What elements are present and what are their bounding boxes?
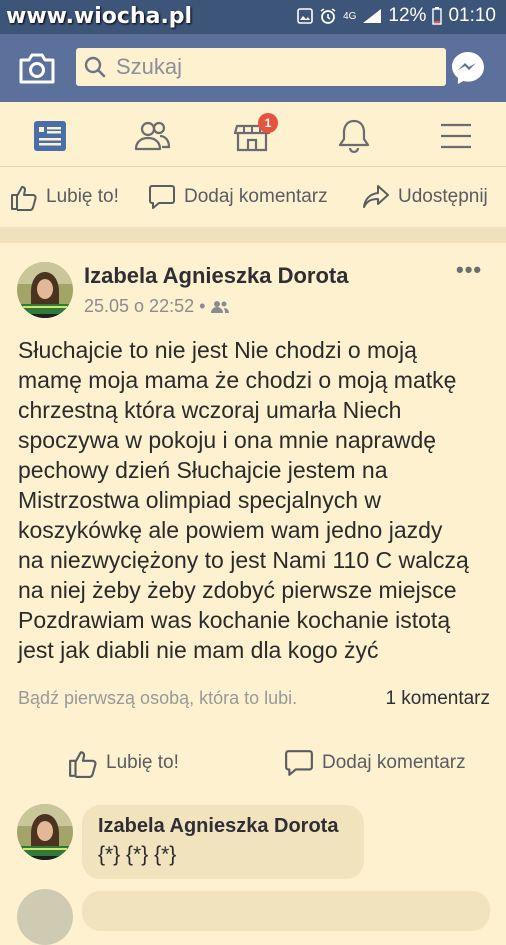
likes-summary: Bądź pierwszą osobą, która to lubi. (18, 688, 298, 708)
comment-label: Dodaj komentarz (184, 186, 328, 207)
post-author[interactable]: Izabela Agnieszka Dorota (84, 263, 348, 289)
battery-icon (432, 7, 443, 25)
avatar[interactable] (17, 262, 73, 318)
search-placeholder: Szukaj (116, 54, 183, 79)
profile-photo (17, 804, 73, 860)
notifications-icon[interactable] (334, 116, 374, 156)
comment-label: Dodaj komentarz (322, 752, 466, 773)
battery-percent: 12% (388, 5, 427, 26)
post-card: Izabela Agnieszka Dorota 25.05 o 22:52 •… (0, 243, 506, 945)
search-input[interactable]: Szukaj (76, 48, 446, 86)
feed-divider (0, 227, 506, 243)
comment-icon (149, 185, 175, 209)
post-body-line: mamę moja mama że chodzi o moją matkę (18, 367, 457, 393)
comment-author[interactable]: Izabela Agnieszka Dorota (98, 815, 338, 838)
comment-button[interactable]: Dodaj komentarz (148, 183, 328, 211)
previous-post-actions: Lubię to! Dodaj komentarz Udostępnij (0, 167, 506, 227)
comment-bubble[interactable]: Izabela Agnieszka Dorota {*} {*} {*} (82, 805, 364, 879)
post-like-button[interactable]: Lubię to! (68, 748, 179, 778)
post-comment-button[interactable]: Dodaj komentarz (284, 748, 466, 778)
notification-badge: 1 (258, 113, 278, 133)
clock: 01:10 (448, 5, 496, 26)
messenger-icon[interactable] (450, 50, 486, 86)
like-label: Lubię to! (46, 186, 119, 207)
share-button[interactable]: Udostępnij (362, 183, 488, 211)
post-body-line: spoczywa w pokoju i ona mnie naprawdę (18, 427, 437, 453)
post-body-line: koszykówkę ale powiem wam jedno jazdy (18, 517, 443, 543)
friends-icon[interactable] (132, 116, 172, 156)
profile-photo (17, 262, 73, 318)
status-icons: 4G 12% 01:10 (297, 5, 496, 27)
comment-text: {*} {*} {*} (98, 843, 177, 866)
post-body-line: na niej żeby żeby zdobyć pierwsze miejsc… (18, 577, 457, 603)
like-label: Lubię to! (106, 752, 179, 773)
signal-icon (363, 9, 382, 23)
post-timestamp[interactable]: 25.05 o 22:52 • (84, 296, 205, 317)
post-body-line: na niezwyciężony to jest Nami 110 C walc… (18, 547, 469, 573)
search-icon (84, 56, 106, 78)
more-options-icon[interactable]: ••• (456, 257, 482, 283)
alarm-icon (320, 8, 336, 24)
menu-icon[interactable] (436, 116, 476, 156)
nav-bar (0, 102, 506, 167)
network-type: 4G (343, 10, 357, 22)
post-body-line: pechowy dzień Słuchajcie jestem na (18, 457, 388, 483)
comment-avatar[interactable] (17, 804, 73, 860)
partial-comment-bubble (82, 891, 490, 931)
post-body-line: Mistrzostwa olimpiad specjalnych w (18, 487, 382, 513)
post-body-line: Słuchajcie to nie jest Nie chodzi o moją (18, 337, 417, 363)
camera-icon[interactable] (18, 51, 56, 85)
comment-icon (285, 750, 313, 776)
share-label: Udostępnij (398, 186, 488, 207)
post-body-line: jest jak diabli nie mam dla kogo żyć (18, 637, 379, 663)
comments-count[interactable]: 1 komentarz (385, 688, 490, 710)
post-meta: 25.05 o 22:52 • (84, 296, 230, 317)
search-bar: Szukaj (0, 34, 506, 102)
watermark: www.wiocha.pl (6, 4, 193, 29)
thumbs-up-icon (69, 751, 97, 778)
friends-audience-icon (211, 300, 230, 313)
share-icon (363, 185, 389, 208)
post-body-line: Pozdrawiam was kochanie kochanie istotą (18, 607, 451, 633)
thumbs-up-icon (11, 186, 37, 211)
image-notification-icon (297, 8, 313, 24)
partial-avatar (17, 889, 73, 945)
status-bar: www.wiocha.pl 4G 12% 01:10 (0, 0, 506, 34)
post-body-line: chrzestną która wczoraj umarła Niech (18, 397, 402, 423)
news-feed-icon[interactable] (30, 116, 70, 156)
post-body: Słuchajcie to nie jest Nie chodzi o moją… (18, 335, 498, 665)
like-button[interactable]: Lubię to! (10, 183, 119, 211)
